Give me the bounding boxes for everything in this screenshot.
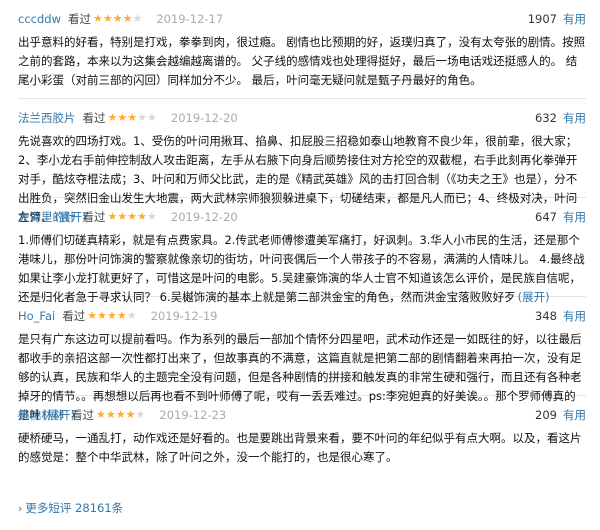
useful-vote-button[interactable]: 有用 — [563, 109, 586, 127]
useful-vote-count: 1907 — [527, 12, 557, 26]
star-filled-icon: ★ — [107, 111, 118, 124]
star-filled-icon: ★ — [107, 210, 118, 223]
review-text: 1.师傅们切磋真精彩，就是有点费家具。2.传武老师傅惨遭美军痛打，好讽刺。3.华… — [18, 231, 586, 307]
watched-label: 看过 — [62, 309, 86, 323]
reviewer-name-link[interactable]: 法兰西胶片 — [18, 109, 76, 127]
useful-vote-button[interactable]: 有用 — [563, 208, 586, 226]
reviewer-name-link[interactable]: 桃桃林林 — [18, 406, 64, 424]
review-text-content: 硬桥硬马，一通乱打，动作戏还是好看的。也是要跳出背景来看，要不叶问的年纪似乎有点… — [18, 431, 582, 464]
review-text: 出乎意料的好看，特别是打戏，拳拳到肉，很过瘾。 剧情也比预期的好，返璞归真了，没… — [18, 33, 586, 90]
more-reviews-link[interactable]: › 更多短评 28161条 — [18, 500, 123, 516]
star-filled-icon: ★ — [137, 210, 147, 223]
star-empty-icon: ★ — [147, 111, 157, 124]
review-item: Ho_Fai 看过 ★ ★ ★ ★ ★ 2019-12-19 348 有用 是只有广东这边可以提前看… — [18, 297, 586, 422]
short-reviews-panel: cccddw 看过 ★ ★ ★ ★ ★ 2019-12-17 1907 有用 出乎意料的好看，特别是… — [0, 0, 600, 530]
star-empty-icon: ★ — [126, 309, 137, 322]
review-item: 大海里的针 看过 ★ ★ ★ ★ ★ 2019-12-20 647 有用 1.师傅们切磋真精彩，就是… — [18, 198, 586, 304]
review-item: 桃桃林林 看过 ★ ★ ★ ★ ★ 2019-12-23 209 有用 硬桥硬马，一通乱打，动作戏还… — [18, 396, 586, 482]
review-date: 2019-12-20 — [170, 111, 238, 125]
star-filled-icon: ★ — [122, 12, 133, 25]
reviewer-name-link[interactable]: 大海里的针 — [18, 208, 76, 226]
useful-vote-button[interactable]: 有用 — [563, 10, 586, 28]
star-filled-icon: ★ — [102, 12, 113, 25]
star-empty-icon: ★ — [135, 408, 146, 421]
chevron-right-icon: › — [18, 501, 23, 515]
star-empty-icon: ★ — [132, 12, 143, 25]
star-filled-icon: ★ — [117, 210, 128, 223]
star-empty-icon: ★ — [147, 210, 157, 223]
star-filled-icon: ★ — [127, 210, 138, 223]
rating-stars: ★ ★ ★ ★ ★ — [96, 406, 145, 424]
star-filled-icon: ★ — [92, 12, 103, 25]
review-text-content: 出乎意料的好看，特别是打戏，拳拳到肉，很过瘾。 剧情也比预期的好，返璞归真了，没… — [18, 35, 586, 87]
reviewer-name-link[interactable]: Ho_Fai — [18, 307, 55, 325]
rating-stars: ★ ★ ★ ★ ★ — [108, 208, 157, 226]
star-filled-icon: ★ — [96, 408, 106, 421]
review-date: 2019-12-20 — [170, 210, 238, 224]
star-filled-icon: ★ — [107, 309, 117, 322]
star-filled-icon: ★ — [125, 408, 136, 421]
review-header: 法兰西胶片 看过 ★ ★ ★ ★ ★ 2019-12-20 632 有用 — [18, 109, 586, 127]
expand-link[interactable]: (展开) — [518, 290, 550, 304]
useful-vote-count: 647 — [535, 210, 557, 224]
review-item: 法兰西胶片 看过 ★ ★ ★ ★ ★ 2019-12-20 632 有用 先说喜欢的四场打戏。1、受… — [18, 99, 586, 224]
review-text-content: 1.师傅们切磋真精彩，就是有点费家具。2.传武老师傅惨遭美军痛打，好讽刺。3.华… — [18, 233, 585, 304]
watched-label: 看过 — [67, 12, 91, 26]
rating-stars: ★ ★ ★ ★ ★ — [93, 10, 142, 28]
useful-vote-button[interactable]: 有用 — [563, 307, 586, 325]
review-header: cccddw 看过 ★ ★ ★ ★ ★ 2019-12-17 1907 有用 — [18, 10, 586, 28]
watched-label: 看过 — [82, 111, 106, 125]
useful-vote-count: 209 — [535, 408, 557, 422]
review-header: Ho_Fai 看过 ★ ★ ★ ★ ★ 2019-12-19 348 有用 — [18, 307, 586, 325]
rating-stars: ★ ★ ★ ★ ★ — [108, 109, 157, 127]
useful-vote-button[interactable]: 有用 — [563, 406, 586, 424]
star-filled-icon: ★ — [116, 309, 127, 322]
reviewer-name-link[interactable]: cccddw — [18, 10, 61, 28]
star-filled-icon: ★ — [87, 309, 98, 322]
useful-vote-count: 632 — [535, 111, 557, 125]
review-date: 2019-12-19 — [150, 309, 218, 323]
rating-stars: ★ ★ ★ ★ ★ — [87, 307, 136, 325]
star-filled-icon: ★ — [127, 111, 138, 124]
review-date: 2019-12-17 — [156, 12, 224, 26]
star-empty-icon: ★ — [137, 111, 147, 124]
review-item: cccddw 看过 ★ ★ ★ ★ ★ 2019-12-17 1907 有用 出乎意料的好看，特别是… — [18, 0, 586, 99]
watched-label: 看过 — [82, 210, 106, 224]
review-text: 硬桥硬马，一通乱打，动作戏还是好看的。也是要跳出背景来看，要不叶问的年纪似乎有点… — [18, 429, 586, 467]
more-reviews-label: 更多短评 28161条 — [25, 501, 124, 515]
review-date: 2019-12-23 — [159, 408, 227, 422]
review-header: 大海里的针 看过 ★ ★ ★ ★ ★ 2019-12-20 647 有用 — [18, 208, 586, 226]
star-filled-icon: ★ — [117, 111, 128, 124]
star-filled-icon: ★ — [105, 408, 116, 421]
watched-label: 看过 — [71, 408, 94, 422]
star-filled-icon: ★ — [115, 408, 126, 421]
star-filled-icon: ★ — [112, 12, 123, 25]
review-header: 桃桃林林 看过 ★ ★ ★ ★ ★ 2019-12-23 209 有用 — [18, 406, 586, 424]
useful-vote-count: 348 — [535, 309, 557, 323]
star-filled-icon: ★ — [97, 309, 107, 322]
